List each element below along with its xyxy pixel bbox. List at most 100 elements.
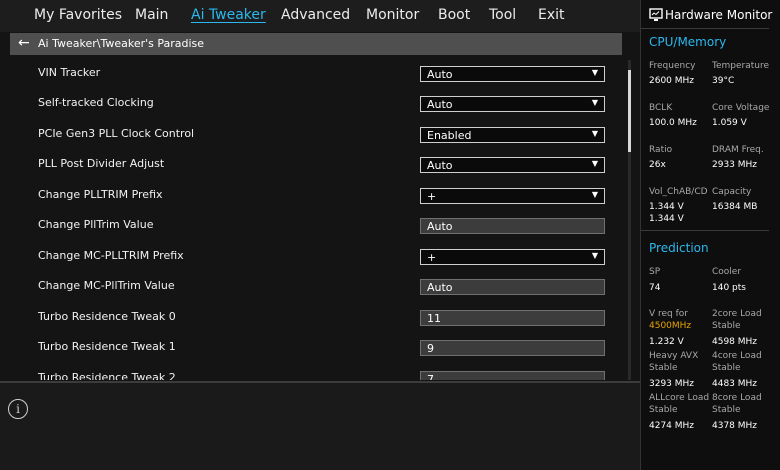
plltrim-prefix-select[interactable]: + ▼ xyxy=(420,188,605,204)
dram-freq-value: 2933 MHz xyxy=(712,160,758,170)
turbo-residence-0-field[interactable]: 11 xyxy=(420,310,605,326)
tab-ai-tweaker[interactable]: Ai Tweaker xyxy=(191,7,266,23)
vol-ab-value: 1.344 V xyxy=(649,202,684,212)
dropdown-arrow-icon: ▼ xyxy=(591,68,598,77)
settings-scrollbar[interactable] xyxy=(628,60,631,380)
info-icon: i xyxy=(8,399,28,419)
vreq-value: 1.232 V xyxy=(649,337,684,347)
setting-label: PCIe Gen3 PLL Clock Control xyxy=(38,127,195,140)
heavyavx-value: 3293 MHz xyxy=(649,379,695,389)
setting-row-turbo-residence-2: Turbo Residence Tweak 2 7 xyxy=(10,363,622,380)
setting-row-plltrim-value: Change PllTrim Value Auto xyxy=(10,210,622,240)
setting-row-pll-post-divider: PLL Post Divider Adjust Auto ▼ xyxy=(10,149,622,179)
setting-row-vin-tracker: VIN Tracker Auto ▼ xyxy=(10,58,622,88)
plltrim-value-field[interactable]: Auto xyxy=(420,218,605,234)
select-value: Auto xyxy=(427,159,453,172)
eightcore-label: 8core Load xyxy=(712,393,762,403)
field-value: 7 xyxy=(427,373,434,380)
bclk-label: BCLK xyxy=(649,103,673,113)
hardware-monitor-panel: Hardware Monitor CPU/Memory Frequency 26… xyxy=(640,0,780,470)
mc-plltrim-prefix-select[interactable]: + ▼ xyxy=(420,249,605,265)
tab-tool[interactable]: Tool xyxy=(489,7,516,23)
settings-list: VIN Tracker Auto ▼ Self-tracked Clocking… xyxy=(10,56,630,380)
setting-row-mc-plltrim-value: Change MC-PllTrim Value Auto xyxy=(10,271,622,301)
prediction-heading: Prediction xyxy=(649,241,709,255)
heavyavx-label: Heavy AVX xyxy=(649,351,699,361)
fourcore-stable-label: Stable xyxy=(712,363,741,373)
bclk-value: 100.0 MHz xyxy=(649,118,697,128)
setting-row-pcie-pll-clock: PCIe Gen3 PLL Clock Control Enabled ▼ xyxy=(10,119,622,149)
dropdown-arrow-icon: ▼ xyxy=(591,98,598,107)
setting-label: PLL Post Divider Adjust xyxy=(38,157,165,170)
core-voltage-label: Core Voltage xyxy=(712,103,770,113)
vol-label: Vol_ChAB/CD xyxy=(649,187,708,197)
eightcore-value: 4378 MHz xyxy=(712,421,758,431)
help-panel: i xyxy=(0,383,640,470)
twocore-stable-label: Stable xyxy=(712,321,741,331)
tab-advanced[interactable]: Advanced xyxy=(281,7,350,23)
monitor-icon xyxy=(649,8,663,21)
scrollbar-thumb[interactable] xyxy=(628,70,631,152)
setting-label: Change MC-PLLTRIM Prefix xyxy=(38,249,184,262)
vol-cd-value: 1.344 V xyxy=(649,214,684,224)
twocore-value: 4598 MHz xyxy=(712,337,758,347)
hw-divider xyxy=(641,28,769,29)
tab-exit[interactable]: Exit xyxy=(538,7,565,23)
sp-label: SP xyxy=(649,267,661,277)
self-tracked-clocking-select[interactable]: Auto ▼ xyxy=(420,96,605,112)
sp-value: 74 xyxy=(649,283,661,293)
pcie-pll-clock-select[interactable]: Enabled ▼ xyxy=(420,127,605,143)
allcore-value: 4274 MHz xyxy=(649,421,695,431)
field-value: 11 xyxy=(427,312,441,325)
temperature-label: Temperature xyxy=(712,61,770,71)
allcore-label: ALLcore Load xyxy=(649,393,710,403)
tab-boot[interactable]: Boot xyxy=(438,7,470,23)
back-arrow-icon[interactable]: ← xyxy=(18,35,30,51)
capacity-label: Capacity xyxy=(712,187,752,197)
setting-label: Turbo Residence Tweak 2 xyxy=(38,371,176,380)
hw-divider xyxy=(641,230,769,231)
select-value: Enabled xyxy=(427,129,472,142)
capacity-value: 16384 MB xyxy=(712,202,758,212)
setting-row-plltrim-prefix: Change PLLTRIM Prefix + ▼ xyxy=(10,180,622,210)
setting-label: Change PllTrim Value xyxy=(38,218,154,231)
cpu-memory-heading: CPU/Memory xyxy=(649,35,727,49)
pll-post-divider-select[interactable]: Auto ▼ xyxy=(420,157,605,173)
select-value: Auto xyxy=(427,98,453,111)
hardware-monitor-title: Hardware Monitor xyxy=(665,8,773,22)
frequency-value: 2600 MHz xyxy=(649,76,695,86)
breadcrumb-path: Ai Tweaker\Tweaker's Paradise xyxy=(38,37,205,50)
field-value: Auto xyxy=(427,281,453,294)
heavyavx-stable-label: Stable xyxy=(649,363,678,373)
setting-label: Turbo Residence Tweak 0 xyxy=(38,310,176,323)
tab-monitor[interactable]: Monitor xyxy=(366,7,419,23)
core-voltage-value: 1.059 V xyxy=(712,118,747,128)
setting-label: Change MC-PllTrim Value xyxy=(38,279,175,292)
setting-row-turbo-residence-1: Turbo Residence Tweak 1 9 xyxy=(10,332,622,362)
setting-label: Change PLLTRIM Prefix xyxy=(38,188,163,201)
allcore-stable-label: Stable xyxy=(649,405,678,415)
fourcore-value: 4483 MHz xyxy=(712,379,758,389)
temperature-value: 39°C xyxy=(712,76,735,86)
vreq-label: V req for xyxy=(649,309,689,319)
vin-tracker-select[interactable]: Auto ▼ xyxy=(420,66,605,82)
fourcore-label: 4core Load xyxy=(712,351,762,361)
setting-label: Turbo Residence Tweak 1 xyxy=(38,340,176,353)
dropdown-arrow-icon: ▼ xyxy=(591,251,598,260)
setting-row-turbo-residence-0: Turbo Residence Tweak 0 11 xyxy=(10,302,622,332)
mc-plltrim-value-field[interactable]: Auto xyxy=(420,279,605,295)
cooler-label: Cooler xyxy=(712,267,742,277)
tab-main[interactable]: Main xyxy=(135,7,168,23)
twocore-label: 2core Load xyxy=(712,309,762,319)
tab-my-favorites[interactable]: My Favorites xyxy=(34,7,122,23)
select-value: Auto xyxy=(427,68,453,81)
dropdown-arrow-icon: ▼ xyxy=(591,159,598,168)
ratio-value: 26x xyxy=(649,160,666,170)
setting-label: Self-tracked Clocking xyxy=(38,96,154,109)
select-value: + xyxy=(427,251,437,264)
turbo-residence-1-field[interactable]: 9 xyxy=(420,340,605,356)
setting-row-self-tracked-clocking: Self-tracked Clocking Auto ▼ xyxy=(10,88,622,118)
vreq-frequency: 4500MHz xyxy=(649,321,692,331)
turbo-residence-2-field[interactable]: 7 xyxy=(420,371,605,380)
breadcrumb: ← Ai Tweaker\Tweaker's Paradise xyxy=(10,33,622,55)
